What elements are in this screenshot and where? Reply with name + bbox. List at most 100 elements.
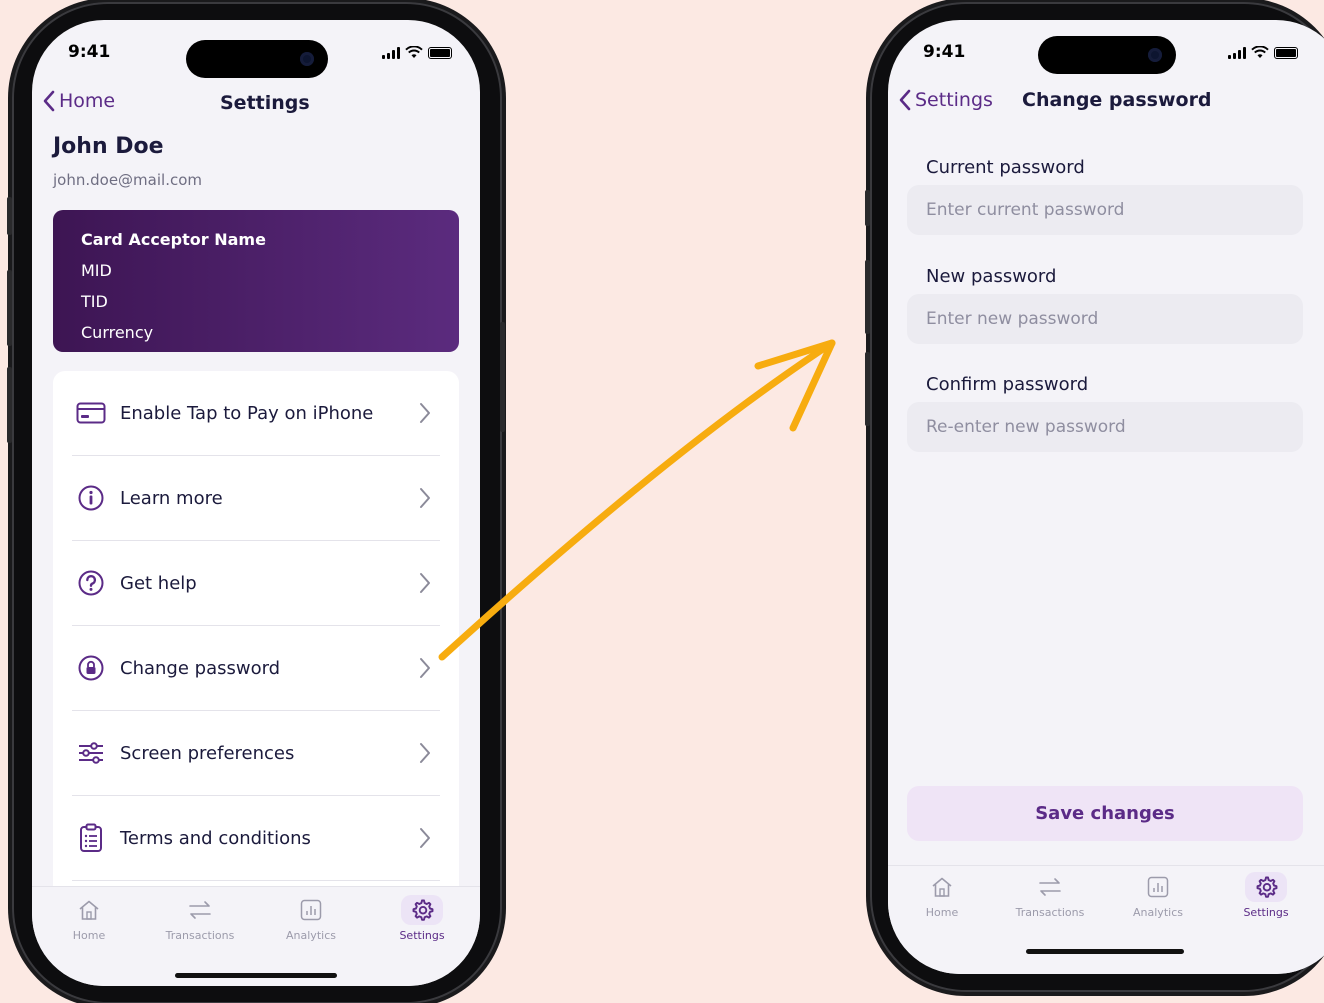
- tab-bar: Home Transactions Analytics Settings: [888, 865, 1324, 974]
- settings-screen: 9:41 Home Settings John Doe john.doe@mai…: [32, 20, 480, 986]
- menu-item-label: Enable Tap to Pay on iPhone: [120, 402, 374, 424]
- info-icon: [76, 483, 106, 513]
- chevron-right-icon: [420, 403, 430, 423]
- phone-side-button: [865, 190, 870, 226]
- analytics-icon: [1137, 872, 1179, 902]
- new-password-input[interactable]: [907, 294, 1303, 344]
- menu-item-terms[interactable]: Terms and conditions: [72, 796, 440, 881]
- confirm-password-input[interactable]: [907, 402, 1303, 452]
- gear-icon: [1245, 872, 1287, 902]
- tab-settings[interactable]: Settings: [382, 895, 462, 942]
- lock-icon: [76, 653, 106, 683]
- tab-label: Home: [925, 906, 959, 919]
- back-label: Home: [59, 90, 116, 112]
- tab-transactions[interactable]: Transactions: [160, 895, 240, 942]
- home-icon: [921, 872, 963, 902]
- chevron-left-icon: [43, 90, 55, 112]
- tab-analytics[interactable]: Analytics: [271, 895, 351, 942]
- phone-volume-up: [865, 260, 870, 334]
- menu-item-label: Terms and conditions: [120, 827, 311, 849]
- confirm-password-label: Confirm password: [926, 374, 1089, 395]
- tab-home[interactable]: Home: [902, 872, 982, 919]
- status-icons: [382, 46, 452, 59]
- back-button[interactable]: Home: [42, 90, 115, 112]
- menu-item-screen-preferences[interactable]: Screen preferences: [72, 711, 440, 796]
- chevron-right-icon: [420, 573, 430, 593]
- menu-item-label: Change password: [120, 657, 281, 679]
- phone-volume-up: [7, 270, 12, 346]
- page-title: Settings: [220, 92, 310, 114]
- phone-settings: 9:41 Home Settings John Doe john.doe@mai…: [7, 2, 505, 1003]
- tab-bar: Home Transactions Analytics Settings: [32, 886, 480, 986]
- tab-home[interactable]: Home: [49, 895, 129, 942]
- phone-volume-down: [865, 352, 870, 426]
- credit-card-icon: [76, 398, 106, 428]
- wifi-icon: [1251, 46, 1269, 58]
- transfer-icon: [179, 895, 221, 925]
- chevron-right-icon: [420, 828, 430, 848]
- chevron-right-icon: [420, 658, 430, 678]
- phone-change-password: 9:41 Settings Change password Current pa…: [865, 2, 1324, 992]
- tab-label: Analytics: [286, 929, 336, 942]
- menu-item-tap-to-pay[interactable]: Enable Tap to Pay on iPhone: [72, 371, 440, 456]
- transfer-icon: [1029, 872, 1071, 902]
- settings-menu: Enable Tap to Pay on iPhone Learn more G…: [53, 371, 459, 911]
- tab-label: Transactions: [165, 929, 235, 942]
- camera-icon: [300, 52, 314, 66]
- gear-icon: [401, 895, 443, 925]
- home-indicator: [1026, 949, 1184, 954]
- menu-item-label: Get help: [120, 572, 197, 594]
- tab-label: Transactions: [1015, 906, 1085, 919]
- home-indicator: [175, 973, 337, 978]
- new-password-label: New password: [926, 266, 1057, 287]
- menu-item-change-password[interactable]: Change password: [72, 626, 440, 711]
- battery-icon: [428, 46, 452, 59]
- card-acceptor-name: Card Acceptor Name: [81, 230, 266, 249]
- phone-volume-down: [7, 367, 12, 443]
- card-mid: MID: [81, 261, 112, 280]
- signal-icon: [1228, 46, 1246, 59]
- back-button[interactable]: Settings: [898, 89, 993, 111]
- signal-icon: [382, 46, 400, 59]
- menu-item-label: Learn more: [120, 487, 223, 509]
- current-password-label: Current password: [926, 157, 1085, 178]
- clipboard-icon: [76, 823, 106, 853]
- tab-transactions[interactable]: Transactions: [1010, 872, 1090, 919]
- wifi-icon: [405, 46, 423, 58]
- tab-label: Settings: [1243, 906, 1289, 919]
- menu-item-label: Screen preferences: [120, 742, 295, 764]
- chevron-left-icon: [899, 89, 911, 111]
- sliders-icon: [76, 738, 106, 768]
- chevron-right-icon: [420, 743, 430, 763]
- tab-analytics[interactable]: Analytics: [1118, 872, 1198, 919]
- menu-item-get-help[interactable]: Get help: [72, 541, 440, 626]
- analytics-icon: [290, 895, 332, 925]
- current-password-input[interactable]: [907, 185, 1303, 235]
- user-name: John Doe: [53, 134, 164, 159]
- change-password-screen: 9:41 Settings Change password Current pa…: [888, 20, 1324, 974]
- home-icon: [68, 895, 110, 925]
- user-email: john.doe@mail.com: [53, 171, 202, 189]
- tab-settings[interactable]: Settings: [1226, 872, 1306, 919]
- tab-label: Home: [72, 929, 106, 942]
- merchant-card: Card Acceptor Name MID TID Currency: [53, 210, 459, 352]
- phone-side-button: [7, 197, 12, 235]
- dynamic-island: [1038, 36, 1176, 74]
- status-icons: [1228, 46, 1298, 59]
- camera-icon: [1148, 48, 1162, 62]
- help-icon: [76, 568, 106, 598]
- status-time: 9:41: [68, 42, 111, 62]
- chevron-right-icon: [420, 488, 430, 508]
- dynamic-island: [186, 40, 328, 78]
- page-title: Change password: [1022, 89, 1212, 111]
- menu-item-learn-more[interactable]: Learn more: [72, 456, 440, 541]
- phone-power-button: [500, 322, 505, 432]
- back-label: Settings: [915, 89, 993, 111]
- save-changes-button[interactable]: Save changes: [907, 786, 1303, 841]
- tab-label: Analytics: [1133, 906, 1183, 919]
- card-currency: Currency: [81, 323, 154, 342]
- tab-label: Settings: [399, 929, 445, 942]
- battery-icon: [1274, 46, 1298, 59]
- status-time: 9:41: [923, 42, 966, 62]
- card-tid: TID: [81, 292, 108, 311]
